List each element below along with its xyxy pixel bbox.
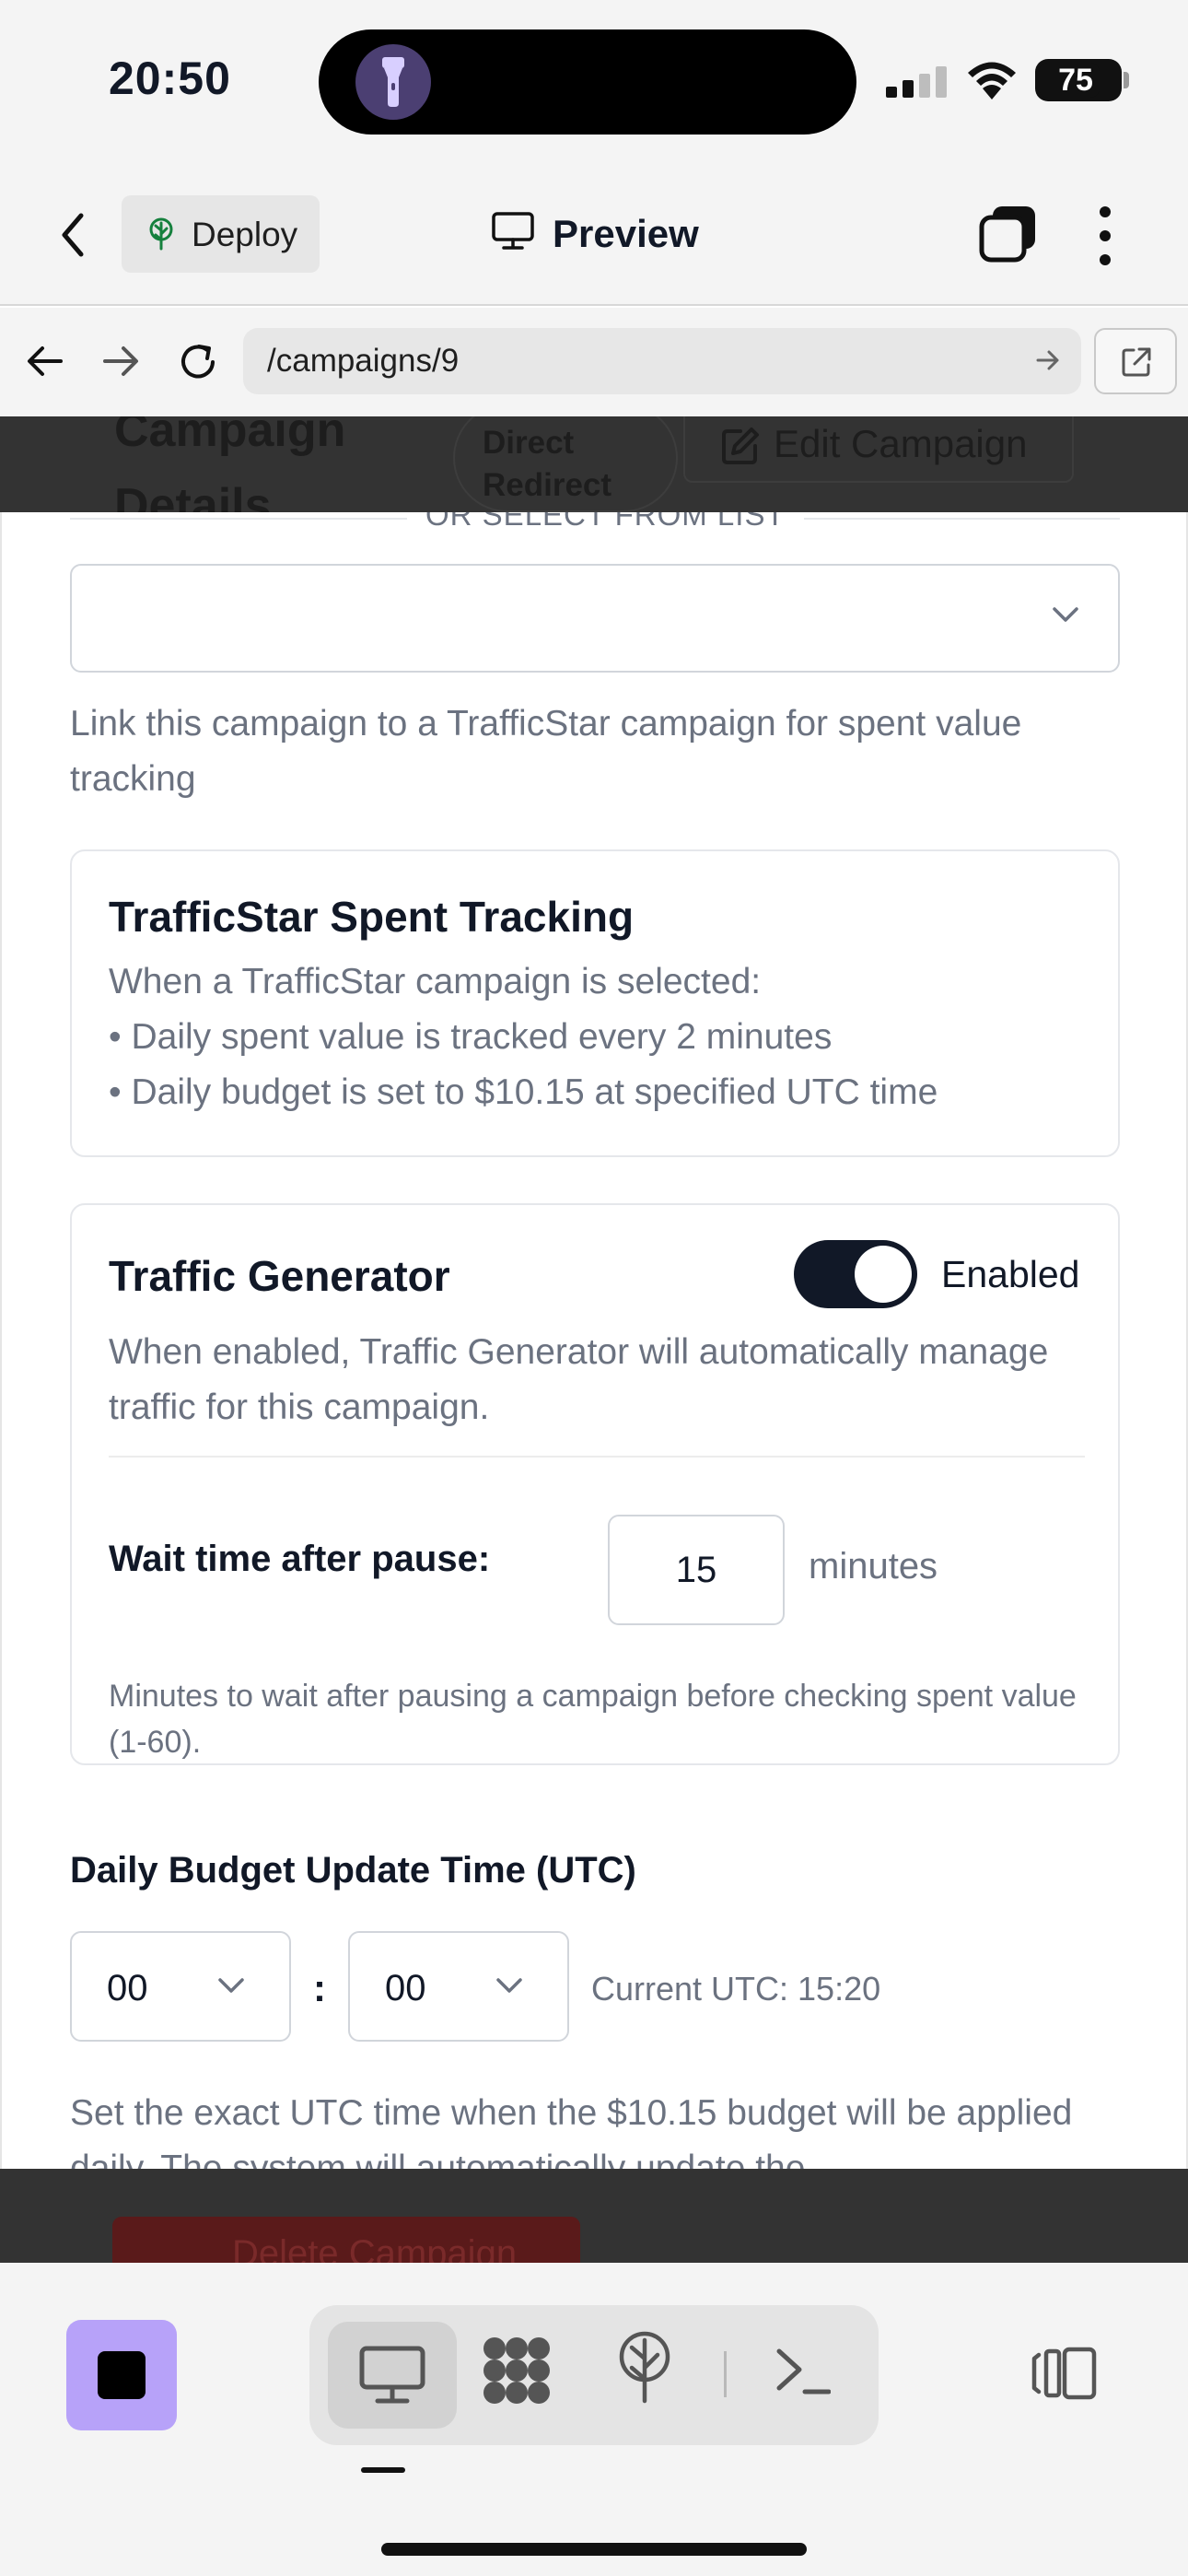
browser-bar: /campaigns/9	[0, 308, 1188, 416]
spent-tracking-bullet: • Daily spent value is tracked every 2 m…	[109, 1017, 833, 1057]
tabs-icon[interactable]	[978, 205, 1037, 263]
hour-select[interactable]: 00	[70, 1931, 291, 2042]
stop-icon	[98, 2351, 146, 2399]
flashlight-icon[interactable]	[355, 44, 431, 120]
spent-tracking-text: When a TrafficStar campaign is selected:…	[109, 954, 1085, 1120]
back-chevron-icon[interactable]	[59, 212, 87, 258]
overlay-top[interactable]: Campaign Details Direct Redirect Edit Ca…	[0, 416, 1188, 512]
campaign-edit-modal: OR SELECT FROM LIST Link this campaign t…	[0, 512, 1188, 2169]
budget-time-help: Set the exact UTC time when the $10.15 b…	[70, 2093, 1073, 2169]
kebab-menu-icon[interactable]	[1090, 206, 1122, 265]
edit-icon	[722, 427, 759, 464]
open-external-icon	[1122, 347, 1151, 377]
app-header: Deploy Preview	[0, 166, 1188, 306]
grid-icon[interactable]	[481, 2335, 553, 2406]
wait-time-label: Wait time after pause:	[109, 1539, 491, 1579]
traffic-generator-card: Traffic Generator Enabled When enabled, …	[70, 1203, 1120, 1765]
dynamic-island	[319, 29, 856, 135]
battery-percent: 75	[1058, 63, 1093, 98]
overlay-bottom[interactable]: Delete Campaign	[0, 2169, 1188, 2263]
desktop-icon	[359, 2346, 425, 2404]
deploy-button[interactable]: Deploy	[122, 195, 320, 273]
minute-value: 00	[385, 1968, 426, 2008]
traffic-generator-toggle[interactable]	[794, 1240, 917, 1308]
divider	[109, 1456, 1085, 1458]
trafficstar-campaign-select[interactable]	[70, 564, 1120, 673]
panel-toggle-icon[interactable]	[1031, 2346, 1098, 2401]
delete-campaign-button: Delete Campaign	[112, 2217, 580, 2263]
stop-button[interactable]	[66, 2320, 177, 2430]
view-switcher	[309, 2305, 879, 2445]
budget-time-label: Daily Budget Update Time (UTC)	[70, 1850, 636, 1891]
terminal-icon[interactable]	[775, 2346, 831, 2397]
badge-label: Direct Redirect	[483, 425, 612, 503]
edit-campaign-button: Edit Campaign	[683, 416, 1074, 483]
deploy-label: Deploy	[192, 216, 298, 253]
hour-value: 00	[107, 1968, 148, 2008]
spent-tracking-card: TrafficStar Spent Tracking When a Traffi…	[70, 849, 1120, 1157]
status-time: 20:50	[109, 53, 231, 104]
time-separator: :	[313, 1966, 326, 2009]
chevron-down-icon	[218, 1978, 244, 1993]
deploy-tree-icon	[149, 217, 173, 251]
url-go-arrow-icon[interactable]	[1035, 348, 1061, 372]
status-badge: Direct Redirect	[453, 416, 678, 512]
spent-tracking-bullet: • Daily budget is set to $10.15 at speci…	[109, 1072, 938, 1112]
preview-label: Preview	[553, 212, 699, 255]
wifi-icon	[968, 62, 1016, 100]
divider-text: OR SELECT FROM LIST	[407, 512, 804, 533]
spent-tracking-intro: When a TrafficStar campaign is selected:	[109, 962, 762, 1001]
spent-tracking-title: TrafficStar Spent Tracking	[109, 893, 635, 941]
arrow-right-icon[interactable]	[101, 345, 140, 378]
url-field[interactable]: /campaigns/9	[243, 328, 1081, 394]
desktop-view-button[interactable]	[328, 2322, 457, 2429]
battery-icon: 75	[1035, 59, 1122, 101]
traffic-generator-title: Traffic Generator	[109, 1252, 450, 1300]
monitor-icon	[492, 212, 534, 250]
url-text: /campaigns/9	[267, 343, 460, 379]
minute-select[interactable]: 00	[348, 1931, 569, 2042]
arrow-left-icon[interactable]	[26, 345, 64, 378]
edit-campaign-label: Edit Campaign	[774, 422, 1028, 465]
home-indicator	[381, 2543, 807, 2556]
network-icon[interactable]	[617, 2331, 672, 2405]
bottom-toolbar	[0, 2263, 1188, 2576]
list-divider: OR SELECT FROM LIST	[70, 512, 1120, 540]
traffic-generator-description: When enabled, Traffic Generator will aut…	[109, 1332, 1049, 1427]
reload-icon[interactable]	[177, 341, 219, 383]
chevron-down-icon	[496, 1978, 522, 1993]
active-tab-indicator	[361, 2467, 405, 2473]
chevron-down-icon	[1053, 607, 1078, 622]
status-bar: 20:50 75	[0, 0, 1188, 166]
wait-time-unit: minutes	[809, 1546, 938, 1587]
toolbar-separator	[724, 2351, 727, 2397]
signal-icon	[886, 66, 947, 98]
current-utc-text: Current UTC: 15:20	[591, 1970, 881, 2008]
battery-cap	[1124, 72, 1129, 88]
open-external-button[interactable]	[1094, 328, 1177, 394]
toggle-knob	[855, 1246, 912, 1303]
page-title: Campaign Details	[114, 416, 346, 512]
delete-campaign-label: Delete Campaign	[232, 2233, 518, 2263]
wait-time-hint: Minutes to wait after pausing a campaign…	[109, 1679, 1077, 1760]
toggle-label: Enabled	[941, 1253, 1080, 1295]
wait-time-input[interactable]: 15	[608, 1515, 785, 1625]
select-helper-text: Link this campaign to a TrafficStar camp…	[70, 704, 1022, 799]
